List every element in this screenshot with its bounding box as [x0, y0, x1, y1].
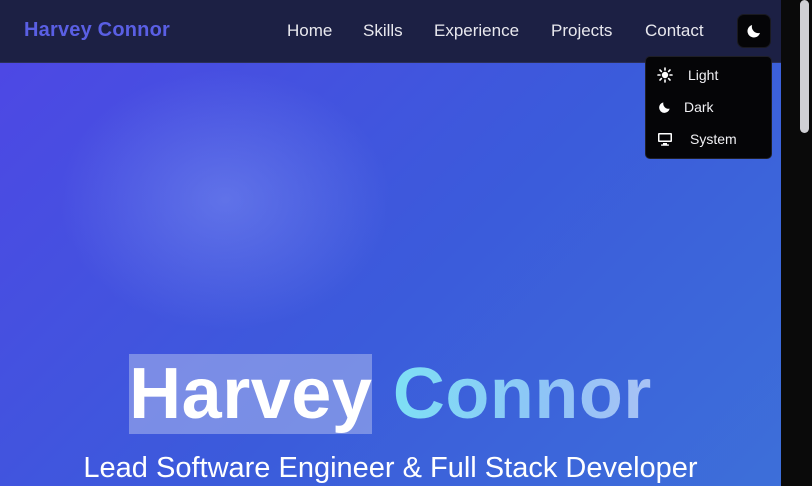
theme-option-label: System	[690, 131, 737, 147]
moon-icon	[659, 102, 670, 113]
hero-title: Harvey Connor	[0, 354, 781, 434]
scrollbar-thumb[interactable]	[800, 0, 809, 133]
nav-link-experience[interactable]: Experience	[434, 21, 519, 41]
moon-icon	[747, 25, 760, 38]
hero-subtitle: Lead Software Engineer & Full Stack Deve…	[83, 452, 698, 484]
theme-option-label: Light	[688, 67, 719, 83]
theme-option-dark[interactable]: Dark	[646, 91, 773, 123]
hero-first-name: Harvey	[129, 354, 373, 434]
theme-toggle-button[interactable]	[737, 14, 771, 48]
nav-link-skills[interactable]: Skills	[363, 21, 403, 41]
monitor-icon	[658, 133, 672, 146]
theme-option-label: Dark	[684, 99, 714, 115]
sun-icon	[657, 67, 673, 83]
nav-link-home[interactable]: Home	[287, 21, 332, 41]
theme-menu: Light Dark System	[645, 56, 772, 159]
nav-link-contact[interactable]: Contact	[645, 21, 704, 41]
theme-option-system[interactable]: System	[646, 123, 773, 155]
hero-glow	[60, 70, 390, 330]
theme-option-light[interactable]: Light	[646, 59, 773, 91]
brand-logo-link[interactable]: Harvey Connor	[24, 19, 170, 42]
hero-last-name: Connor	[392, 354, 652, 434]
nav-link-projects[interactable]: Projects	[551, 21, 612, 41]
navbar: Harvey Connor Home Skills Experience Pro…	[0, 0, 781, 63]
